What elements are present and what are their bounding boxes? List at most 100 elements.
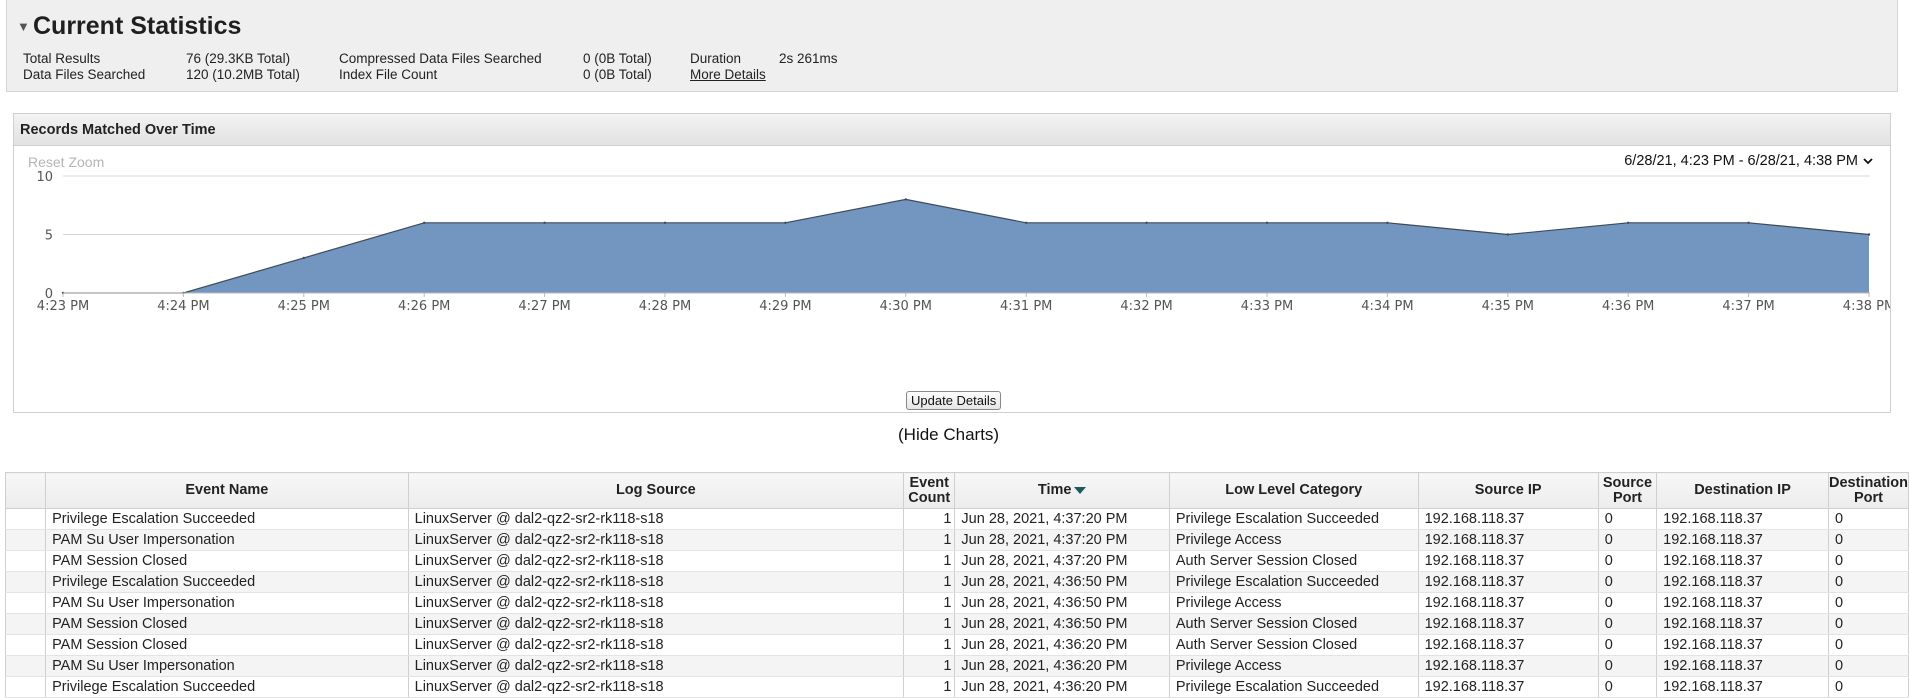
stats-col3: Duration More Details — [690, 51, 766, 83]
data-point — [1145, 221, 1148, 224]
x-tick-label: 4:35 PM — [1482, 299, 1534, 314]
table-row[interactable]: PAM Session Closed LinuxServer @ dal2-qz2… — [4, 613, 1909, 635]
table-cell: PAM Session Closed — [45, 613, 409, 635]
data-point — [1386, 221, 1389, 224]
column-header-event-name[interactable]: Event Name — [45, 472, 409, 509]
stats-values-col1: 76 (29.3KB Total) 120 (10.2MB Total) — [186, 51, 300, 83]
table-cell: 1 — [903, 613, 956, 635]
collapse-triangle-icon[interactable]: ▼ — [17, 19, 33, 34]
table-cell: Privilege Access — [1168, 655, 1419, 677]
table-cell: Jun 28, 2021, 4:36:50 PM — [954, 592, 1170, 614]
stats-col3-values: 2s 261ms — [779, 51, 838, 67]
column-header-label: Source Port — [1602, 474, 1653, 506]
table-row[interactable]: PAM Su User Impersonation LinuxServer @ d… — [4, 592, 1909, 614]
column-header-time[interactable]: Time — [954, 472, 1170, 509]
statistics-header[interactable]: ▼ Current Statistics — [17, 12, 241, 41]
table-cell: 192.168.118.37 — [1656, 634, 1829, 656]
table-cell: Jun 28, 2021, 4:36:50 PM — [954, 613, 1170, 635]
table-cell — [4, 634, 47, 656]
data-point — [1747, 221, 1750, 224]
table-cell: PAM Su User Impersonation — [45, 592, 409, 614]
column-header-low-level-category[interactable]: Low Level Category — [1168, 472, 1419, 509]
table-cell: 192.168.118.37 — [1656, 613, 1829, 635]
table-cell: Jun 28, 2021, 4:37:20 PM — [954, 529, 1170, 551]
table-cell: PAM Session Closed — [45, 634, 409, 656]
table-cell: 0 — [1597, 529, 1658, 551]
column-header-source-ip[interactable]: Source IP — [1417, 472, 1599, 509]
records-chart-panel: Records Matched Over Time Reset Zoom 6/2… — [13, 113, 1891, 413]
events-table: Event Name Log Source Event Count Time Low L… — [4, 472, 1909, 698]
table-cell: 1 — [903, 529, 956, 551]
data-point — [1867, 233, 1871, 236]
table-cell: LinuxServer @ dal2-qz2-sr2-rk118-s18 — [407, 508, 905, 530]
table-cell: 192.168.118.37 — [1656, 571, 1829, 593]
table-cell — [4, 508, 47, 530]
data-point — [904, 198, 907, 201]
x-tick-label: 4:30 PM — [880, 299, 932, 314]
table-row[interactable]: Privilege Escalation Succeeded LinuxServe… — [4, 571, 1909, 593]
table-row[interactable]: PAM Su User Impersonation LinuxServer @ d… — [4, 655, 1909, 677]
table-cell: Privilege Access — [1168, 592, 1419, 614]
table-cell: 0 — [1597, 613, 1658, 635]
table-cell: 192.168.118.37 — [1656, 550, 1829, 572]
table-cell: PAM Session Closed — [45, 550, 409, 572]
column-header-label: Log Source — [615, 482, 696, 498]
more-details-link[interactable]: More Details — [690, 67, 766, 83]
table-cell: Jun 28, 2021, 4:37:20 PM — [954, 508, 1170, 530]
table-cell: Privilege Access — [1168, 529, 1419, 551]
x-tick-label: 4:26 PM — [398, 299, 450, 314]
x-tick-label: 4:28 PM — [639, 299, 691, 314]
x-tick-label: 4:33 PM — [1241, 299, 1293, 314]
compressed-files-label: Compressed Data Files Searched — [339, 51, 542, 66]
x-tick-label: 4:36 PM — [1602, 299, 1654, 314]
table-cell: Auth Server Session Closed — [1168, 613, 1419, 635]
table-cell: 0 — [1597, 655, 1658, 677]
table-cell: 0 — [1827, 550, 1909, 572]
table-row[interactable]: PAM Su User Impersonation LinuxServer @ d… — [4, 529, 1909, 551]
table-cell: 0 — [1827, 571, 1909, 593]
total-results-value: 76 (29.3KB Total) — [186, 51, 291, 66]
hide-charts-link[interactable]: (Hide Charts) — [898, 425, 999, 445]
table-cell: 1 — [903, 655, 956, 677]
table-cell: Privilege Escalation Succeeded — [1168, 571, 1419, 593]
table-cell — [4, 676, 47, 698]
table-cell: 1 — [903, 592, 956, 614]
table-cell: 192.168.118.37 — [1417, 655, 1599, 677]
column-header-label: Time — [1037, 482, 1072, 498]
table-cell — [4, 529, 47, 551]
table-cell: 0 — [1597, 508, 1658, 530]
table-cell: PAM Su User Impersonation — [45, 655, 409, 677]
column-header-label: Event Count — [908, 474, 951, 506]
x-tick-label: 4:27 PM — [518, 299, 570, 314]
column-header-label: Low Level Category — [1225, 482, 1363, 498]
sort-descending-icon — [1074, 486, 1087, 494]
table-row[interactable]: PAM Session Closed LinuxServer @ dal2-qz2… — [4, 550, 1909, 572]
x-tick-label: 4:31 PM — [1000, 299, 1052, 314]
column-header-select[interactable] — [4, 472, 47, 509]
records-area-chart[interactable]: 05104:23 PM 4:24 PM 4:25 PM 4:26 PM 4:27 PM 4… — [14, 146, 1890, 386]
column-header-event-count[interactable]: Event Count — [903, 472, 956, 509]
table-cell: Auth Server Session Closed — [1168, 634, 1419, 656]
data-point — [543, 221, 546, 224]
x-tick-label: 4:24 PM — [157, 299, 209, 314]
table-cell: 0 — [1827, 655, 1909, 677]
table-cell: 1 — [903, 508, 956, 530]
column-header-source-port[interactable]: Source Port — [1597, 472, 1658, 509]
chart-panel-title: Records Matched Over Time — [14, 114, 1890, 146]
update-details-button[interactable]: Update Details — [906, 391, 1002, 410]
table-row[interactable]: Privilege Escalation Succeeded LinuxServe… — [4, 508, 1909, 530]
column-header-log-source[interactable]: Log Source — [407, 472, 905, 509]
column-header-label: Source IP — [1474, 482, 1542, 498]
table-row[interactable]: Privilege Escalation Succeeded LinuxServe… — [4, 676, 1909, 698]
table-cell — [4, 571, 47, 593]
table-row[interactable]: PAM Session Closed LinuxServer @ dal2-qz2… — [4, 634, 1909, 656]
column-header-destination-ip[interactable]: Destination IP — [1656, 472, 1829, 509]
table-cell: Privilege Escalation Succeeded — [45, 571, 409, 593]
column-header-destination-port[interactable]: Destination Port — [1827, 472, 1909, 509]
x-tick-label: 4:29 PM — [759, 299, 811, 314]
table-cell: Jun 28, 2021, 4:36:20 PM — [954, 676, 1170, 698]
table-cell: 0 — [1597, 550, 1658, 572]
table-cell: 1 — [903, 634, 956, 656]
table-cell: Privilege Escalation Succeeded — [45, 508, 409, 530]
table-cell: 0 — [1827, 634, 1909, 656]
